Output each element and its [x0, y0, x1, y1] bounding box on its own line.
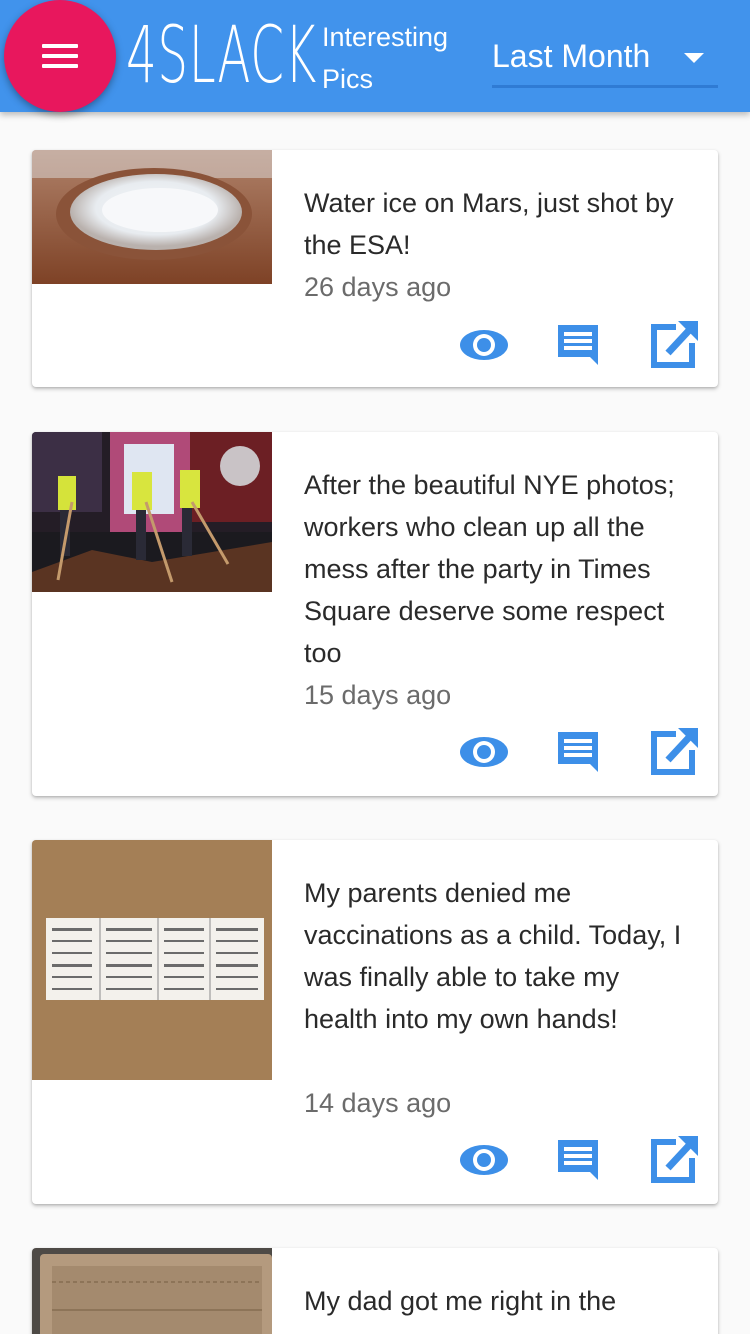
post-title[interactable]: After the beautiful NYE photos; workers …: [304, 464, 700, 674]
open-external-icon: [651, 321, 698, 368]
post-actions: [452, 321, 702, 369]
post-title[interactable]: My parents denied me vaccinations as a c…: [304, 872, 700, 1040]
post-thumbnail-mars[interactable]: [32, 150, 272, 284]
post-actions: [452, 1136, 702, 1184]
comments-button[interactable]: [552, 321, 604, 369]
view-button[interactable]: [458, 1136, 510, 1184]
comment-icon: [558, 732, 598, 772]
comment-icon: [558, 325, 598, 365]
open-button[interactable]: [646, 321, 698, 369]
open-external-icon: [651, 1136, 698, 1183]
post-thumbnail-wallet[interactable]: [32, 1248, 272, 1334]
open-button[interactable]: [646, 1136, 698, 1184]
post-thumbnail-times-square[interactable]: [32, 432, 272, 592]
post-time: 14 days ago: [304, 1088, 452, 1118]
post-card[interactable]: My parents denied me vaccinations as a c…: [32, 840, 718, 1204]
comments-button[interactable]: [552, 728, 604, 776]
period-dropdown-value: Last Month: [492, 38, 651, 74]
dropdown-caret-icon: [684, 53, 704, 63]
post-thumbnail-vaccination-records[interactable]: [32, 840, 272, 1080]
view-button[interactable]: [458, 321, 510, 369]
comments-button[interactable]: [552, 1136, 604, 1184]
post-card[interactable]: My dad got me right in the: [32, 1248, 718, 1334]
hamburger-icon: [42, 44, 78, 48]
menu-button[interactable]: [4, 0, 116, 112]
view-button[interactable]: [458, 728, 510, 776]
post-time: 26 days ago: [304, 272, 452, 302]
post-title[interactable]: My dad got me right in the: [304, 1280, 700, 1322]
app-subtitle: Interesting Pics: [322, 22, 449, 94]
post-title[interactable]: Water ice on Mars, just shot by the ESA!: [304, 182, 700, 266]
post-actions: [452, 728, 702, 776]
post-time: 15 days ago: [304, 680, 452, 710]
post-card[interactable]: After the beautiful NYE photos; workers …: [32, 432, 718, 796]
eye-icon: [460, 1145, 508, 1175]
comment-icon: [558, 1140, 598, 1180]
period-dropdown[interactable]: Last Month: [492, 28, 718, 88]
post-card[interactable]: Water ice on Mars, just shot by the ESA!…: [32, 150, 718, 387]
app-logo: 4SLACK: [126, 11, 317, 101]
open-button[interactable]: [646, 728, 698, 776]
eye-icon: [460, 737, 508, 767]
eye-icon: [460, 330, 508, 360]
open-external-icon: [651, 728, 698, 775]
